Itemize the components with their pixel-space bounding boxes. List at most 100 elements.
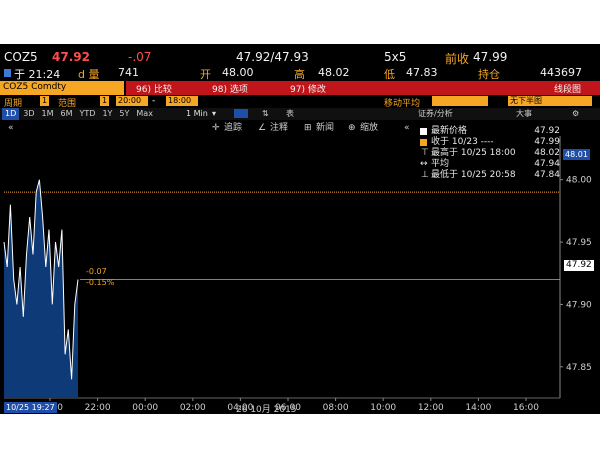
range-tab-max[interactable]: Max: [133, 108, 156, 120]
range-field[interactable]: 1: [100, 96, 110, 106]
range-toolbar: 1D 3D 1M 6M YTD 1Y 5Y Max 1 Min ▾ ⇅ 表 证券/分析 大事 …: [0, 108, 600, 120]
range-tab-ytd[interactable]: YTD: [77, 108, 99, 120]
x-tick-label: 16:00: [513, 403, 539, 413]
annotate-button[interactable]: 注释: [270, 122, 288, 135]
legend-value: 47.92: [534, 126, 560, 136]
legend-label: 最高于 10/25 18:00: [431, 148, 516, 158]
legend-prev-close: 收于 10/23 ---- 47.99: [418, 137, 560, 148]
open-label: 开: [200, 68, 211, 81]
time-separator: -: [152, 96, 156, 106]
time-to-field[interactable]: 18:00: [166, 96, 198, 106]
range-tab-1y[interactable]: 1Y: [99, 108, 115, 120]
last-price-tag: 47.92: [564, 260, 594, 271]
range-tab-3d[interactable]: 3D: [20, 108, 37, 120]
legend-label: 最低于 10/25 20:58: [431, 170, 516, 180]
legend-white-swatch-icon: [420, 128, 427, 135]
collapse-left-icon[interactable]: «: [8, 122, 14, 135]
news-button[interactable]: 新闻: [316, 122, 334, 135]
track-icon[interactable]: ✛: [212, 122, 220, 135]
legend-high: ⊤ 最高于 10/25 18:00 48.02: [418, 148, 560, 159]
low-value: 47.83: [406, 66, 438, 79]
track-button[interactable]: 追踪: [224, 122, 242, 135]
securities-analysis-button[interactable]: 证券/分析: [418, 108, 453, 120]
zoom-button[interactable]: 缩放: [360, 122, 378, 135]
x-tick-label: 14:00: [465, 403, 491, 413]
compare-button[interactable]: 96) 比较: [136, 82, 172, 95]
y-tick-label: 47.85: [566, 363, 592, 373]
legend-value: 47.84: [534, 170, 560, 180]
range-tab-5y[interactable]: 5Y: [116, 108, 132, 120]
settings-icon[interactable]: ⇅: [262, 108, 269, 120]
open-interest-label: 持仓: [478, 68, 500, 81]
legend-average: ↔ 平均 47.94: [418, 159, 560, 170]
range-tab-1d[interactable]: 1D: [2, 108, 20, 120]
gear-icon[interactable]: ⚙: [572, 108, 579, 120]
table-icon[interactable]: 表: [286, 108, 294, 120]
bid-ask-size: 5x5: [384, 50, 407, 64]
volume-label: d 量: [78, 68, 100, 81]
range-tab-1m[interactable]: 1M: [39, 108, 57, 120]
bid-ask: 47.92/47.93: [236, 50, 309, 64]
modify-button[interactable]: 97) 修改: [290, 82, 326, 95]
security-field[interactable]: COZ5 Comdty: [3, 82, 66, 92]
high-price-tag: 48.01: [563, 149, 590, 160]
collapse-right-icon[interactable]: «: [404, 122, 410, 135]
period-field[interactable]: 1: [40, 96, 50, 106]
legend-last-price: 最新价格 47.92: [418, 126, 560, 137]
high-value: 48.02: [318, 66, 350, 79]
bloomberg-terminal-window: COZ5 47.92 -.07 47.92/47.93 5x5 前收 47.99…: [0, 44, 600, 414]
legend-value: 47.94: [534, 159, 560, 169]
ohlc-row: 于 21:24 d 量 741 开 48.00 高 48.02 低 47.83 …: [0, 66, 600, 81]
legend-value: 48.02: [534, 148, 560, 158]
x-tick-label: 02:00: [180, 403, 206, 413]
interval-dropdown-icon[interactable]: ▾: [212, 108, 216, 120]
low-marker-icon: ⊥: [421, 170, 429, 180]
high-marker-icon: ⊤: [421, 148, 429, 158]
ma-field-2[interactable]: [446, 96, 460, 106]
price-change: -.07: [128, 50, 152, 64]
x-tick-label: 22:00: [85, 403, 111, 413]
last-trade-time: 于 21:24: [14, 68, 61, 81]
legend-value: 47.99: [534, 137, 560, 147]
change-pct-annotation: -0.15%: [86, 278, 115, 287]
ma-field-3[interactable]: [460, 96, 474, 106]
last-price: 47.92: [52, 50, 90, 64]
open-interest-value: 443697: [540, 66, 582, 79]
annotate-icon[interactable]: ∠: [258, 122, 266, 135]
volume-value: 741: [118, 66, 139, 79]
legend-orange-swatch-icon: [420, 139, 427, 146]
time-from-field[interactable]: 20:00: [116, 96, 148, 106]
options-button[interactable]: 98) 选项: [212, 82, 248, 95]
chart-legend: 最新价格 47.92 收于 10/23 ---- 47.99 ⊤ 最高于 10/…: [418, 126, 560, 192]
ma-field-4[interactable]: [474, 96, 488, 106]
events-button[interactable]: 大事: [516, 108, 532, 120]
lower-panel-select[interactable]: 无下半图: [508, 96, 592, 106]
y-tick-label: 48.00: [566, 176, 592, 186]
ma-field-1[interactable]: [432, 96, 446, 106]
legend-label: 最新价格: [431, 126, 468, 136]
x-tick-label: 10:00: [370, 403, 396, 413]
prev-close-label: 前收: [445, 52, 470, 66]
line-chart-button[interactable]: 线段图: [554, 82, 581, 95]
interval-select[interactable]: 1 Min: [186, 108, 208, 120]
legend-low: ⊥ 最低于 10/25 20:58 47.84: [418, 170, 560, 181]
x-axis-date: 26 10月 2015: [236, 405, 297, 414]
x-tick-label: 00:00: [132, 403, 158, 413]
line-style-icon[interactable]: [234, 109, 248, 118]
legend-label: 平均: [431, 159, 450, 169]
change-abs-annotation: -0.07: [86, 267, 107, 276]
legend-label: 收于 10/23 ----: [431, 137, 494, 147]
open-value: 48.00: [222, 66, 254, 79]
command-bar: COZ5 Comdty 96) 比较 98) 选项 97) 修改 线段图: [0, 81, 600, 95]
high-label: 高: [294, 68, 305, 81]
x-tick-label: 12:00: [418, 403, 444, 413]
x-tick-label: 08:00: [323, 403, 349, 413]
news-icon[interactable]: ⊞: [304, 122, 312, 135]
zoom-icon[interactable]: ⊕: [348, 122, 356, 135]
average-marker-icon: ↔: [420, 159, 428, 169]
y-tick-label: 47.90: [566, 300, 592, 310]
range-tabs: 1D 3D 1M 6M YTD 1Y 5Y Max: [2, 108, 157, 120]
y-tick-label: 47.95: [566, 238, 592, 248]
range-tab-6m[interactable]: 6M: [58, 108, 76, 120]
chart-settings-bar: 周期 1 范围 1 20:00 - 18:00 移动平均 无下半图: [0, 95, 600, 109]
